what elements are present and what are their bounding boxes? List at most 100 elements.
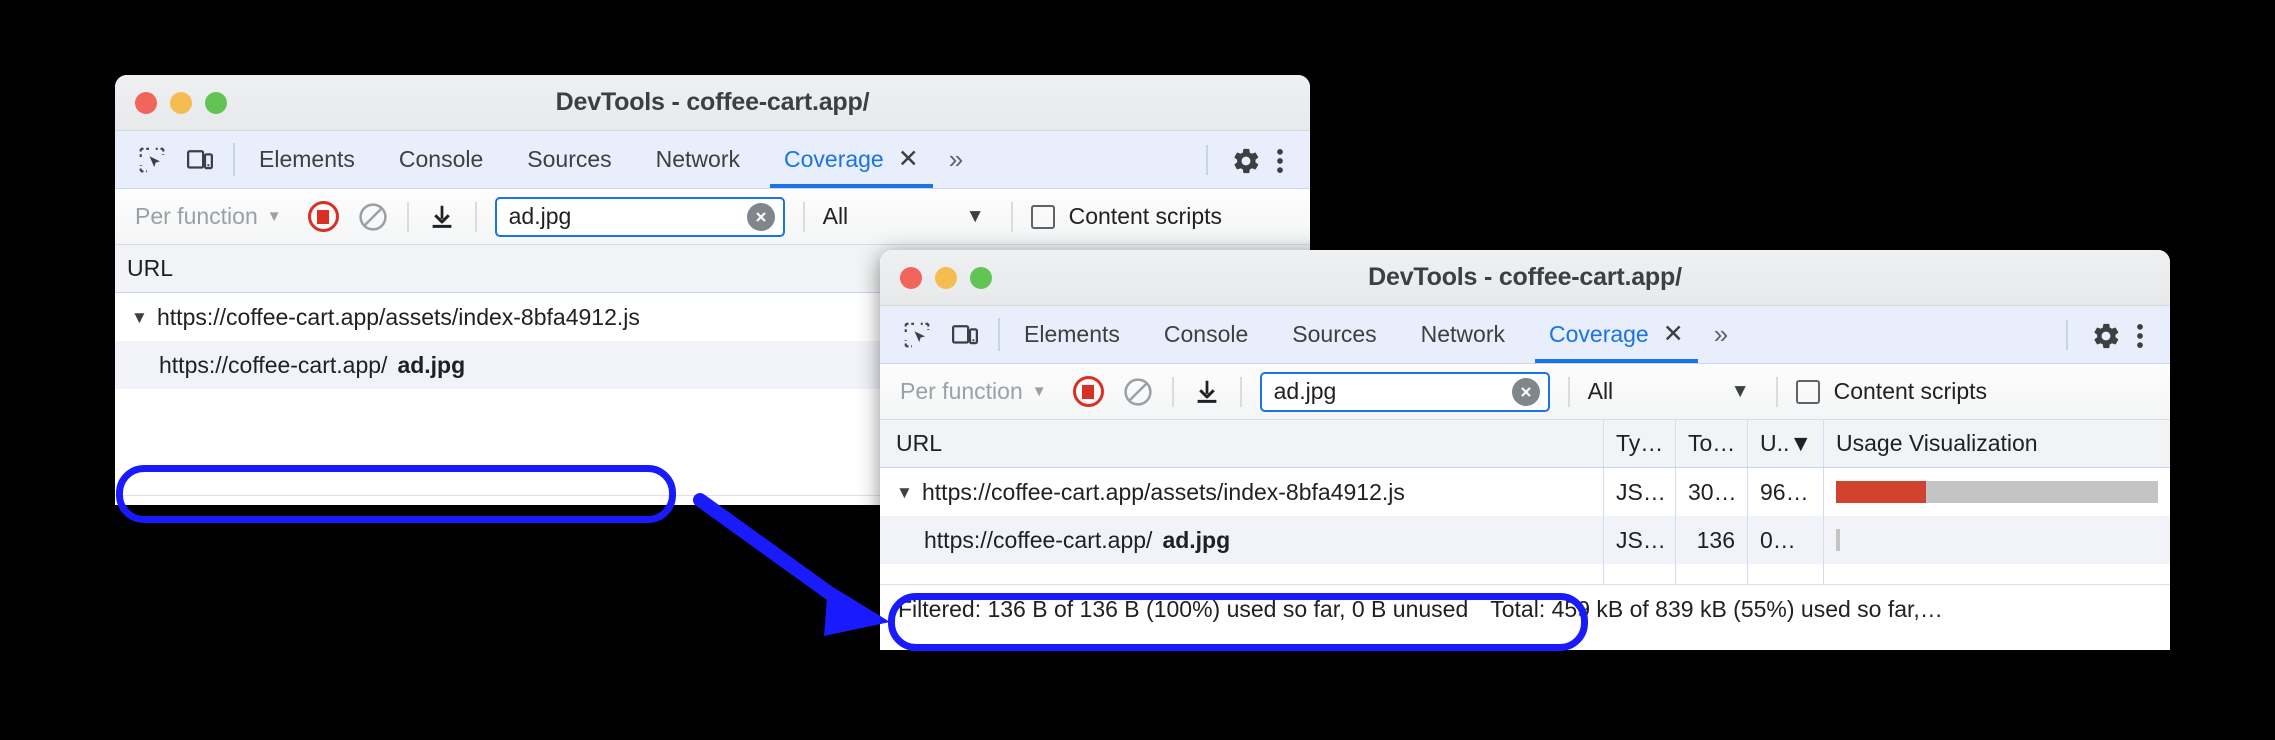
devtools-window-front[interactable]: DevTools - coffee-cart.app/ Elements Con… [880, 250, 2170, 650]
tab-coverage[interactable]: Coverage ✕ [1527, 306, 1706, 363]
clear-filter-icon[interactable] [746, 202, 775, 231]
clear-coverage-icon[interactable] [357, 201, 389, 233]
row-unused-cell: 0… [1747, 516, 1823, 564]
tab-coverage-label: Coverage [1549, 321, 1649, 347]
row-url-cell[interactable]: https://coffee-cart.app/ad.jpg [880, 527, 1603, 554]
granularity-label: Per function [135, 203, 258, 229]
search-input[interactable] [508, 203, 747, 230]
device-toolbar-icon[interactable] [185, 145, 215, 175]
chevron-down-icon: ▼ [266, 208, 282, 225]
coverage-toolbar-front[interactable]: Per function ▼ ad.jpg All ▼ Content scri… [880, 364, 2170, 420]
usage-bar-used [1836, 481, 1927, 503]
granularity-dropdown[interactable]: Per function ▼ [900, 378, 1047, 405]
tab-coverage-label: Coverage [784, 146, 884, 172]
tabstrip-actions-back[interactable] [1206, 131, 1310, 188]
checkbox-box[interactable] [1795, 379, 1820, 404]
inspect-element-icon[interactable] [902, 320, 932, 350]
tab-sources[interactable]: Sources [505, 131, 633, 188]
checkbox-box[interactable] [1030, 204, 1055, 229]
record-stop-icon[interactable] [1072, 376, 1104, 407]
content-scripts-label: Content scripts [1833, 378, 1988, 404]
tab-sources[interactable]: Sources [1270, 306, 1398, 363]
more-tabs-icon[interactable]: » [1706, 306, 1746, 363]
tab-elements[interactable]: Elements [237, 131, 377, 188]
screenshot-stage: DevTools - coffee-cart.app/ Elements Con… [0, 0, 2275, 740]
device-toolbar-icon[interactable] [950, 320, 980, 350]
table-row[interactable]: ▼ https://coffee-cart.app/assets/index-8… [880, 468, 2170, 516]
gear-icon[interactable] [2090, 320, 2120, 350]
titlebar-front[interactable]: DevTools - coffee-cart.app/ [880, 250, 2170, 306]
more-tabs-icon[interactable]: » [941, 131, 981, 188]
kebab-menu-icon[interactable] [2128, 320, 2152, 350]
type-filter-label: All [822, 203, 849, 229]
search-input[interactable] [1273, 378, 1512, 405]
window-title: DevTools - coffee-cart.app/ [555, 88, 870, 116]
tab-console[interactable]: Console [377, 131, 505, 188]
tab-list-front[interactable]: Elements Console Sources Network Coverag… [1002, 306, 1706, 363]
granularity-dropdown[interactable]: Per function ▼ [135, 203, 282, 230]
close-icon[interactable]: ✕ [898, 147, 919, 172]
row-url-text: https://coffee-cart.app/ [924, 526, 1153, 553]
toolbar-divider-4 [1010, 201, 1013, 232]
tab-network[interactable]: Network [634, 131, 762, 188]
toolbar-divider-4 [1775, 376, 1778, 407]
tabstrip-actions-front[interactable] [2066, 306, 2170, 363]
table-header-row[interactable]: URL Ty… To… U..▼ Usage Visualization [880, 420, 2170, 468]
url-filter-box[interactable] [1259, 371, 1550, 412]
devtools-tabstrip-back[interactable]: Elements Console Sources Network Coverag… [115, 131, 1310, 189]
type-filter-label: All [1587, 378, 1614, 404]
tabstrip-divider [233, 143, 235, 176]
column-header-total[interactable]: To… [1675, 420, 1747, 467]
gear-icon[interactable] [1230, 145, 1260, 175]
content-scripts-checkbox[interactable]: Content scripts [1795, 378, 1988, 405]
row-type-cell: JS… [1603, 468, 1675, 516]
kebab-menu-icon[interactable] [1268, 145, 1292, 175]
tab-network[interactable]: Network [1399, 306, 1527, 363]
actions-divider [2066, 319, 2068, 350]
close-icon[interactable]: ✕ [1663, 322, 1684, 347]
row-url-bold: ad.jpg [1162, 526, 1231, 553]
coverage-toolbar-back[interactable]: Per function ▼ ad.jpg All ▼ Content scri… [115, 189, 1310, 245]
inspect-element-icon[interactable] [137, 145, 167, 175]
type-filter-dropdown[interactable]: All ▼ [823, 203, 993, 230]
chevron-expanded-icon[interactable]: ▼ [896, 484, 913, 501]
chevron-expanded-icon[interactable]: ▼ [131, 309, 148, 326]
tab-elements[interactable]: Elements [1002, 306, 1142, 363]
tabstrip-divider [998, 318, 1000, 351]
export-download-icon[interactable] [427, 201, 457, 233]
clear-filter-icon[interactable] [1511, 377, 1540, 406]
row-url-text: https://coffee-cart.app/ [159, 351, 388, 378]
tab-coverage[interactable]: Coverage ✕ [762, 131, 941, 188]
tabstrip-tools-back[interactable] [115, 131, 231, 188]
row-usage-viz-cell [1823, 468, 2170, 516]
filtered-status-text: Filtered: 136 B of 136 B (100%) used so … [898, 596, 1469, 622]
row-total-cell: 30… [1675, 468, 1747, 516]
export-download-icon[interactable] [1192, 376, 1222, 408]
row-url-text: https://coffee-cart.app/assets/index-8bf… [922, 478, 1405, 505]
column-header-url[interactable]: URL [880, 430, 1603, 457]
toolbar-divider-2 [1239, 376, 1242, 407]
column-header-usage-viz[interactable]: Usage Visualization [1823, 420, 2170, 467]
type-filter-dropdown[interactable]: All ▼ [1588, 378, 1758, 405]
devtools-tabstrip-front[interactable]: Elements Console Sources Network Coverag… [880, 306, 2170, 364]
toolbar-divider [1171, 376, 1174, 407]
content-scripts-checkbox[interactable]: Content scripts [1030, 203, 1223, 230]
usage-bar [1836, 481, 2158, 503]
record-stop-icon[interactable] [307, 201, 339, 232]
actions-divider [1206, 144, 1208, 175]
column-header-unused[interactable]: U..▼ [1747, 420, 1823, 467]
column-header-url-label: URL [896, 430, 943, 456]
tabstrip-tools-front[interactable] [880, 306, 996, 363]
content-scripts-label: Content scripts [1068, 203, 1223, 229]
column-header-type[interactable]: Ty… [1603, 420, 1675, 467]
coverage-table-front[interactable]: URL Ty… To… U..▼ Usage Visualization ▼ h… [880, 420, 2170, 584]
chevron-down-icon: ▼ [1031, 383, 1047, 400]
granularity-label: Per function [900, 378, 1023, 404]
clear-coverage-icon[interactable] [1122, 376, 1154, 408]
url-filter-box[interactable] [494, 196, 785, 237]
table-row[interactable]: https://coffee-cart.app/ad.jpg JS… 136 0… [880, 516, 2170, 564]
titlebar-back[interactable]: DevTools - coffee-cart.app/ [115, 75, 1310, 131]
row-url-cell[interactable]: ▼ https://coffee-cart.app/assets/index-8… [880, 479, 1603, 506]
tab-list-back[interactable]: Elements Console Sources Network Coverag… [237, 131, 941, 188]
tab-console[interactable]: Console [1142, 306, 1270, 363]
